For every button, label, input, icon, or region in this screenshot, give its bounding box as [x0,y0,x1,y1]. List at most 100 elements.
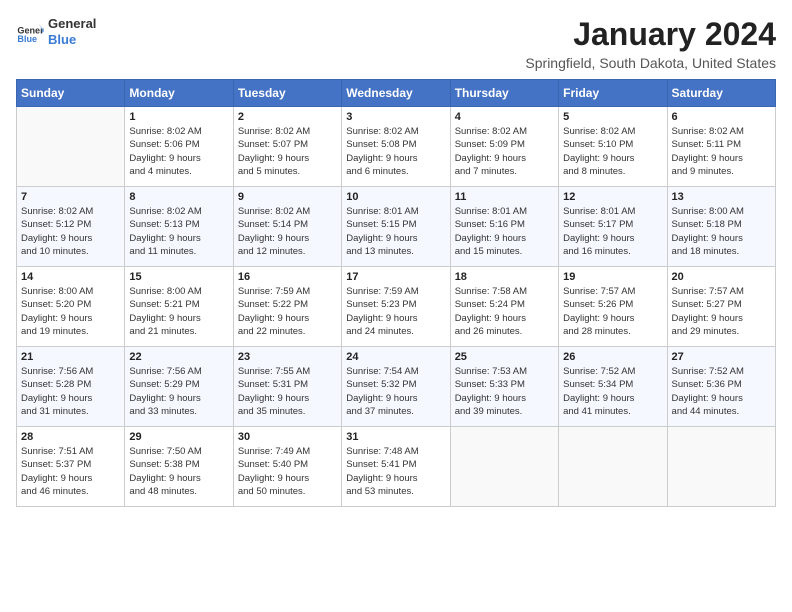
day-number: 24 [346,351,445,363]
day-number: 30 [238,431,337,443]
calendar-cell: 4 Sunrise: 8:02 AMSunset: 5:09 PMDaylight… [450,107,558,187]
header-wednesday: Wednesday [342,80,450,107]
day-info: Sunrise: 7:51 AMSunset: 5:37 PMDaylight:… [21,445,120,498]
header-tuesday: Tuesday [233,80,341,107]
calendar-week-1: 7 Sunrise: 8:02 AMSunset: 5:12 PMDaylight… [17,187,776,267]
day-info: Sunrise: 7:49 AMSunset: 5:40 PMDaylight:… [238,445,337,498]
header-sunday: Sunday [17,80,125,107]
day-number: 8 [129,191,228,203]
calendar-cell [667,427,775,507]
day-info: Sunrise: 8:02 AMSunset: 5:09 PMDaylight:… [455,125,554,178]
day-info: Sunrise: 7:48 AMSunset: 5:41 PMDaylight:… [346,445,445,498]
day-info: Sunrise: 7:53 AMSunset: 5:33 PMDaylight:… [455,365,554,418]
day-info: Sunrise: 8:02 AMSunset: 5:14 PMDaylight:… [238,205,337,258]
calendar-cell: 18 Sunrise: 7:58 AMSunset: 5:24 PMDayligh… [450,267,558,347]
day-info: Sunrise: 7:59 AMSunset: 5:23 PMDaylight:… [346,285,445,338]
calendar-cell: 16Sunrise: 7:59 AMSunset: 5:22 PMDayligh… [233,267,341,347]
day-number: 13 [672,191,771,203]
day-number: 15 [129,271,228,283]
day-number: 11 [455,191,554,203]
calendar-cell: 1 Sunrise: 8:02 AMSunset: 5:06 PMDaylight… [125,107,233,187]
calendar-week-2: 14Sunrise: 8:00 AMSunset: 5:20 PMDayligh… [17,267,776,347]
day-info: Sunrise: 8:01 AMSunset: 5:15 PMDaylight:… [346,205,445,258]
logo-text: General Blue [48,16,96,47]
day-number: 18 [455,271,554,283]
calendar-cell: 20 Sunrise: 7:57 AMSunset: 5:27 PMDayligh… [667,267,775,347]
calendar-cell: 28 Sunrise: 7:51 AMSunset: 5:37 PMDayligh… [17,427,125,507]
day-info: Sunrise: 7:54 AMSunset: 5:32 PMDaylight:… [346,365,445,418]
day-number: 6 [672,111,771,123]
day-number: 1 [129,111,228,123]
day-number: 12 [563,191,662,203]
calendar-cell: 19Sunrise: 7:57 AMSunset: 5:26 PMDayligh… [559,267,667,347]
day-number: 2 [238,111,337,123]
day-info: Sunrise: 8:02 AMSunset: 5:12 PMDaylight:… [21,205,120,258]
day-info: Sunrise: 8:02 AMSunset: 5:10 PMDaylight:… [563,125,662,178]
calendar-cell: 23 Sunrise: 7:55 AMSunset: 5:31 PMDayligh… [233,347,341,427]
header-saturday: Saturday [667,80,775,107]
day-info: Sunrise: 7:56 AMSunset: 5:28 PMDaylight:… [21,365,120,418]
day-info: Sunrise: 7:55 AMSunset: 5:31 PMDaylight:… [238,365,337,418]
calendar-cell: 31 Sunrise: 7:48 AMSunset: 5:41 PMDayligh… [342,427,450,507]
header-thursday: Thursday [450,80,558,107]
calendar-cell: 6 Sunrise: 8:02 AMSunset: 5:11 PMDaylight… [667,107,775,187]
month-title: January 2024 [525,16,776,53]
svg-text:Blue: Blue [17,33,37,43]
day-number: 7 [21,191,120,203]
day-info: Sunrise: 7:58 AMSunset: 5:24 PMDaylight:… [455,285,554,338]
calendar-cell: 13 Sunrise: 8:00 AMSunset: 5:18 PMDayligh… [667,187,775,267]
day-number: 10 [346,191,445,203]
page-header: General Blue General Blue January 2024 S… [16,16,776,71]
day-number: 17 [346,271,445,283]
day-number: 21 [21,351,120,363]
day-number: 22 [129,351,228,363]
calendar-table: Sunday Monday Tuesday Wednesday Thursday… [16,79,776,507]
logo-line1: General [48,16,96,32]
logo-icon: General Blue [16,18,44,46]
calendar-cell: 14Sunrise: 8:00 AMSunset: 5:20 PMDayligh… [17,267,125,347]
calendar-cell: 29Sunrise: 7:50 AMSunset: 5:38 PMDayligh… [125,427,233,507]
calendar-cell [450,427,558,507]
day-number: 25 [455,351,554,363]
header-row: Sunday Monday Tuesday Wednesday Thursday… [17,80,776,107]
calendar-cell: 17 Sunrise: 7:59 AMSunset: 5:23 PMDayligh… [342,267,450,347]
day-info: Sunrise: 8:00 AMSunset: 5:21 PMDaylight:… [129,285,228,338]
day-number: 28 [21,431,120,443]
day-info: Sunrise: 7:52 AMSunset: 5:34 PMDaylight:… [563,365,662,418]
day-number: 20 [672,271,771,283]
day-number: 26 [563,351,662,363]
calendar-cell: 30 Sunrise: 7:49 AMSunset: 5:40 PMDayligh… [233,427,341,507]
day-info: Sunrise: 8:02 AMSunset: 5:11 PMDaylight:… [672,125,771,178]
day-number: 19 [563,271,662,283]
day-info: Sunrise: 8:02 AMSunset: 5:06 PMDaylight:… [129,125,228,178]
calendar-cell: 11 Sunrise: 8:01 AMSunset: 5:16 PMDayligh… [450,187,558,267]
calendar-cell: 7 Sunrise: 8:02 AMSunset: 5:12 PMDaylight… [17,187,125,267]
day-info: Sunrise: 8:02 AMSunset: 5:08 PMDaylight:… [346,125,445,178]
calendar-week-4: 28 Sunrise: 7:51 AMSunset: 5:37 PMDayligh… [17,427,776,507]
day-info: Sunrise: 7:50 AMSunset: 5:38 PMDaylight:… [129,445,228,498]
day-info: Sunrise: 8:00 AMSunset: 5:20 PMDaylight:… [21,285,120,338]
calendar-cell [559,427,667,507]
logo-line2: Blue [48,32,96,48]
day-number: 23 [238,351,337,363]
day-info: Sunrise: 7:52 AMSunset: 5:36 PMDaylight:… [672,365,771,418]
calendar-cell [17,107,125,187]
day-info: Sunrise: 7:57 AMSunset: 5:27 PMDaylight:… [672,285,771,338]
day-info: Sunrise: 8:01 AMSunset: 5:16 PMDaylight:… [455,205,554,258]
calendar-cell: 21 Sunrise: 7:56 AMSunset: 5:28 PMDayligh… [17,347,125,427]
day-info: Sunrise: 8:02 AMSunset: 5:07 PMDaylight:… [238,125,337,178]
day-info: Sunrise: 8:00 AMSunset: 5:18 PMDaylight:… [672,205,771,258]
day-info: Sunrise: 7:56 AMSunset: 5:29 PMDaylight:… [129,365,228,418]
calendar-cell: 15 Sunrise: 8:00 AMSunset: 5:21 PMDayligh… [125,267,233,347]
day-number: 31 [346,431,445,443]
day-number: 27 [672,351,771,363]
logo: General Blue General Blue [16,16,96,47]
calendar-cell: 3Sunrise: 8:02 AMSunset: 5:08 PMDaylight… [342,107,450,187]
calendar-cell: 25 Sunrise: 7:53 AMSunset: 5:33 PMDayligh… [450,347,558,427]
calendar-body: 1 Sunrise: 8:02 AMSunset: 5:06 PMDaylight… [17,107,776,507]
calendar-cell: 22 Sunrise: 7:56 AMSunset: 5:29 PMDayligh… [125,347,233,427]
calendar-week-3: 21 Sunrise: 7:56 AMSunset: 5:28 PMDayligh… [17,347,776,427]
calendar-cell: 24 Sunrise: 7:54 AMSunset: 5:32 PMDayligh… [342,347,450,427]
day-number: 4 [455,111,554,123]
calendar-cell: 26 Sunrise: 7:52 AMSunset: 5:34 PMDayligh… [559,347,667,427]
